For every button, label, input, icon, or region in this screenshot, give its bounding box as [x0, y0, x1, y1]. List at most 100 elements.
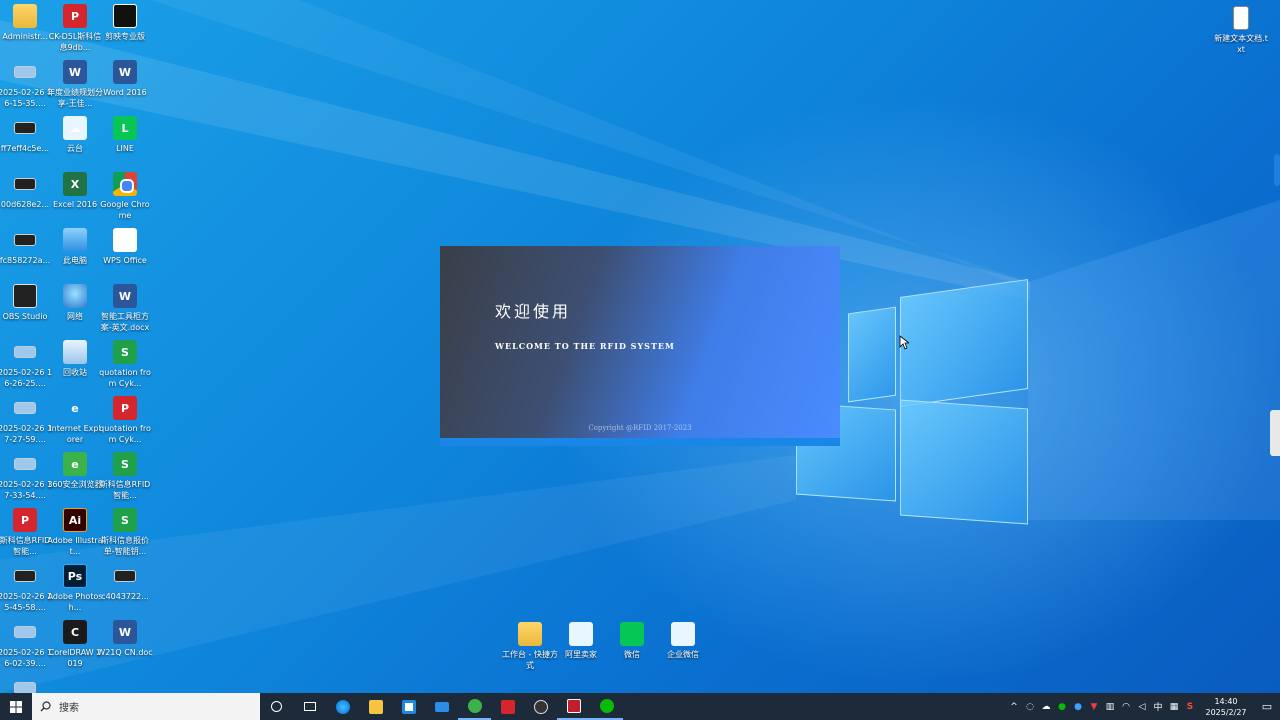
desktop-icon[interactable]: W W21Q CN.doc: [97, 620, 153, 658]
desktop-icon[interactable]: 微信: [606, 622, 658, 660]
desktop-icon[interactable]: P 斯科信息RFID智能...: [0, 508, 51, 557]
desktop-icon[interactable]: L LINE: [99, 116, 151, 154]
desktop-icon-label: 2025-02-26 16-02-39....: [0, 648, 53, 668]
chevron-up-icon[interactable]: ^: [1006, 702, 1022, 712]
volume-icon[interactable]: ◁: [1134, 702, 1150, 712]
desktop-icon[interactable]: Ps Adobe Photosh...: [47, 564, 103, 613]
desktop-icon[interactable]: X Excel 2016: [49, 172, 101, 210]
edge-widget[interactable]: [1270, 410, 1280, 456]
task-view-button[interactable]: [293, 693, 326, 720]
taskbar-search-box[interactable]: 搜索: [32, 693, 260, 720]
desktop-icon-label: 此电脑: [63, 256, 87, 265]
desktop-icon-new-text-file[interactable]: 新建文本文档.txt: [1214, 6, 1268, 55]
desktop-icon[interactable]: W 智能工具柜方案-英文.docx: [99, 284, 151, 333]
desktop-icon-label: Administr...: [2, 32, 48, 41]
desktop-icon[interactable]: Administr...: [0, 4, 51, 42]
wifi-icon[interactable]: ◠: [1118, 702, 1134, 712]
desktop-icon[interactable]: S 斯科信息RFID智能...: [99, 452, 151, 501]
taskbar-clock[interactable]: 14:40 2025/2/27: [1198, 696, 1254, 718]
desktop-icon[interactable]: 00d628e2...: [0, 172, 51, 210]
desktop-icon[interactable]: W WPS Office: [99, 228, 151, 266]
desktop-icon-label: 阿里卖家: [565, 650, 597, 659]
obs-icon: [13, 284, 37, 308]
sogou-ime-icon[interactable]: S: [1182, 702, 1198, 712]
desktop-icon[interactable]: 剪映专业版: [99, 4, 151, 42]
coreldraw-icon: C: [63, 620, 87, 644]
desktop-icon-label: 2025-02-26 17-33-54....: [0, 480, 53, 500]
capture-app-icon: [566, 698, 581, 713]
wecom-icon: [671, 622, 695, 646]
desktop-icon[interactable]: Squotation from Cyk...: [99, 340, 151, 389]
taskbar-360-browser[interactable]: [458, 693, 491, 720]
desktop-icon[interactable]: e 360安全浏览器: [47, 452, 103, 490]
desktop-icon-label: Adobe Photosh...: [47, 592, 103, 612]
desktop-icon-label: 2025-02-26 16-26-25....: [0, 368, 53, 388]
screenshot-icon: [14, 66, 36, 78]
desktop-icon[interactable]: Pquotation from Cyk...: [99, 396, 151, 445]
desktop-icon[interactable]: 网络: [49, 284, 101, 322]
360-browser-icon: [467, 698, 482, 713]
screenshot-icon: [14, 570, 36, 582]
desktop-icon[interactable]: ☁ 云台: [49, 116, 101, 154]
cloud-tray-icon[interactable]: ☁: [1038, 702, 1054, 712]
desktop-icon[interactable]: 回收站: [49, 340, 101, 378]
desktop-icon-label: 工作台 - 快捷方式: [502, 650, 558, 670]
desktop-icon-label: 2025-02-26 16-15-35....: [0, 88, 53, 108]
desktop-icon[interactable]: 此电脑: [49, 228, 101, 266]
screenshot-icon: [14, 402, 36, 414]
desktop-icon-label: Excel 2016: [52, 200, 98, 209]
cortana-button[interactable]: [260, 693, 293, 720]
desktop-icon[interactable]: P CK-D5L斯科信息9db...: [49, 4, 101, 53]
taskbar-mail[interactable]: [425, 693, 458, 720]
desktop-icon[interactable]: 工作台 - 快捷方式: [502, 622, 558, 671]
desktop-icon[interactable]: ff7eff4c5e...: [0, 116, 51, 154]
wps-sheet-icon: S: [113, 452, 137, 476]
taskbar-capture-app[interactable]: [557, 693, 590, 720]
system-tray: ^ ◌ ☁ ● ● ▼ ▥ ◠ ◁ 中 ▦ S 14:40 2025/2/27 …: [1006, 693, 1280, 720]
search-tray-icon[interactable]: ◌: [1022, 702, 1038, 712]
desktop-icon[interactable]: Ai Adobe Illustrat...: [47, 508, 103, 557]
network-icon: [63, 284, 87, 308]
desktop-icon[interactable]: Google Chrome: [99, 172, 151, 221]
taskbar-obs[interactable]: [524, 693, 557, 720]
taskbar-edge[interactable]: [326, 693, 359, 720]
desktop-icon[interactable]: 2025-02-26 16-15-35....: [0, 60, 53, 109]
desktop-icon[interactable]: 阿里卖家: [555, 622, 607, 660]
desktop-icon[interactable]: fc858272a...: [0, 228, 51, 266]
wechat-tray-icon[interactable]: ●: [1054, 702, 1070, 712]
desktop-icon-label: LINE: [116, 144, 134, 153]
desktop-icon[interactable]: 企业微信: [657, 622, 709, 660]
desktop-icon[interactable]: OBS Studio: [0, 284, 51, 322]
ime-indicator[interactable]: 中: [1150, 700, 1166, 713]
desktop-icon-label: WPS Office: [103, 256, 147, 265]
notification-center-icon[interactable]: ▭: [1254, 700, 1280, 713]
desktop-icon[interactable]: e Internet Explorer: [49, 396, 101, 445]
desktop-icon[interactable]: c4043722...: [99, 564, 151, 602]
recycle-bin-icon: [63, 340, 87, 364]
desktop-icon[interactable]: 2025-02-26 17-33-54....: [0, 452, 53, 501]
wps-sheet-icon: S: [113, 508, 137, 532]
taskbar-wps[interactable]: [491, 693, 524, 720]
ie-icon: e: [71, 401, 79, 415]
shield-tray-icon[interactable]: ▼: [1086, 702, 1102, 712]
network-icon[interactable]: ▥: [1102, 702, 1118, 712]
desktop-icon[interactable]: 2025-02-26 16-26-25....: [0, 340, 53, 389]
taskbar-store[interactable]: [392, 693, 425, 720]
desktop-icon[interactable]: W 年度业绩规划分享-王佳...: [47, 60, 103, 109]
desktop-icon[interactable]: W Word 2016: [99, 60, 151, 98]
splash-title: 欢迎使用: [495, 302, 572, 321]
desktop-icon-label: Internet Explorer: [49, 424, 101, 444]
edge-icon: [335, 699, 350, 714]
taskbar-wechat[interactable]: [590, 693, 623, 720]
desktop-icon[interactable]: 2025-02-26 17-27-59....: [0, 396, 52, 445]
taskbar-file-explorer[interactable]: [359, 693, 392, 720]
grid-tray-icon[interactable]: ▦: [1166, 702, 1182, 712]
desktop-icon[interactable]: 2025-02-26 16-02-39....: [0, 620, 53, 669]
desktop-icon[interactable]: C CorelDRAW 2019: [49, 620, 101, 669]
desktop-icon[interactable]: S 斯科信息报价单-智能钥...: [99, 508, 151, 557]
desktop-icon-label: CorelDRAW 2019: [48, 648, 102, 668]
desktop-icon[interactable]: 2025-02-26 16-11-03....: [0, 676, 51, 693]
wecom-tray-icon[interactable]: ●: [1070, 702, 1086, 712]
start-button[interactable]: [0, 693, 32, 720]
desktop-icon[interactable]: 2025-02-26 15-45-58....: [0, 564, 52, 613]
